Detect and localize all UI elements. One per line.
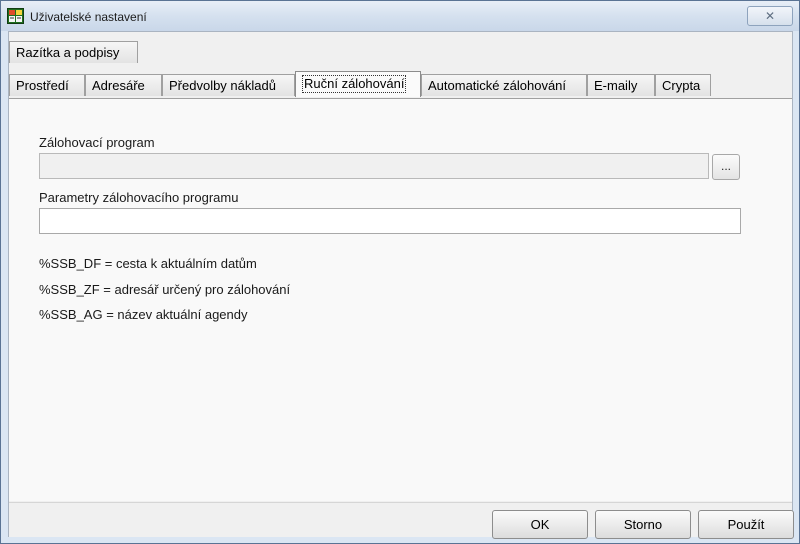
tab-label: Prostředí (16, 78, 69, 93)
backup-program-label: Zálohovací program (39, 135, 155, 150)
params-field[interactable] (39, 208, 741, 234)
tab-prostredi[interactable]: Prostředí (9, 74, 85, 96)
tab-label: Předvolby nákladů (169, 78, 276, 93)
backup-program-field[interactable] (39, 153, 709, 179)
help-line-ssb-df: %SSB_DF = cesta k aktuálním datům (39, 256, 257, 271)
close-icon: ✕ (764, 9, 776, 23)
tab-crypta[interactable]: Crypta (655, 74, 711, 96)
tab-label: Ruční zálohování (302, 75, 407, 93)
tab-label: E-maily (594, 78, 638, 93)
title-bar: Uživatelské nastavení ✕ (1, 1, 799, 31)
tab-label: Adresáře (92, 78, 145, 93)
window-title: Uživatelské nastavení (30, 10, 147, 24)
tab-label: Automatické zálohování (428, 78, 567, 93)
help-line-ssb-ag: %SSB_AG = název aktuální agendy (39, 307, 248, 322)
tab-adresare[interactable]: Adresáře (85, 74, 162, 96)
tab-predvolby-nakladu[interactable]: Předvolby nákladů (162, 74, 295, 96)
app-grid-icon (7, 8, 24, 24)
tab-panel-manual-backup: Zálohovací program ... Parametry zálohov… (9, 98, 792, 501)
tab-razitka-a-podpisy[interactable]: Razítka a podpisy (9, 41, 138, 63)
browse-button[interactable]: ... (712, 154, 740, 180)
tab-label: Razítka a podpisy (16, 45, 120, 60)
ok-button[interactable]: OK (492, 510, 588, 539)
tab-e-maily[interactable]: E-maily (587, 74, 655, 96)
tab-rucni-zalohovani[interactable]: Ruční zálohování (295, 71, 421, 97)
settings-window: Uživatelské nastavení ✕ Razítka a podpis… (0, 0, 800, 544)
dialog-footer: OK Storno Použít (9, 502, 794, 539)
tab-automaticke-zalohovani[interactable]: Automatické zálohování (421, 74, 587, 96)
dialog-client: Razítka a podpisy Prostředí Adresáře Pře… (8, 31, 794, 539)
tab-label: Crypta (662, 78, 701, 93)
help-line-ssb-zf: %SSB_ZF = adresář určený pro zálohování (39, 282, 291, 297)
params-label: Parametry zálohovacího programu (39, 190, 239, 205)
apply-button[interactable]: Použít (698, 510, 794, 539)
cancel-button[interactable]: Storno (595, 510, 691, 539)
close-button[interactable]: ✕ (747, 6, 793, 26)
